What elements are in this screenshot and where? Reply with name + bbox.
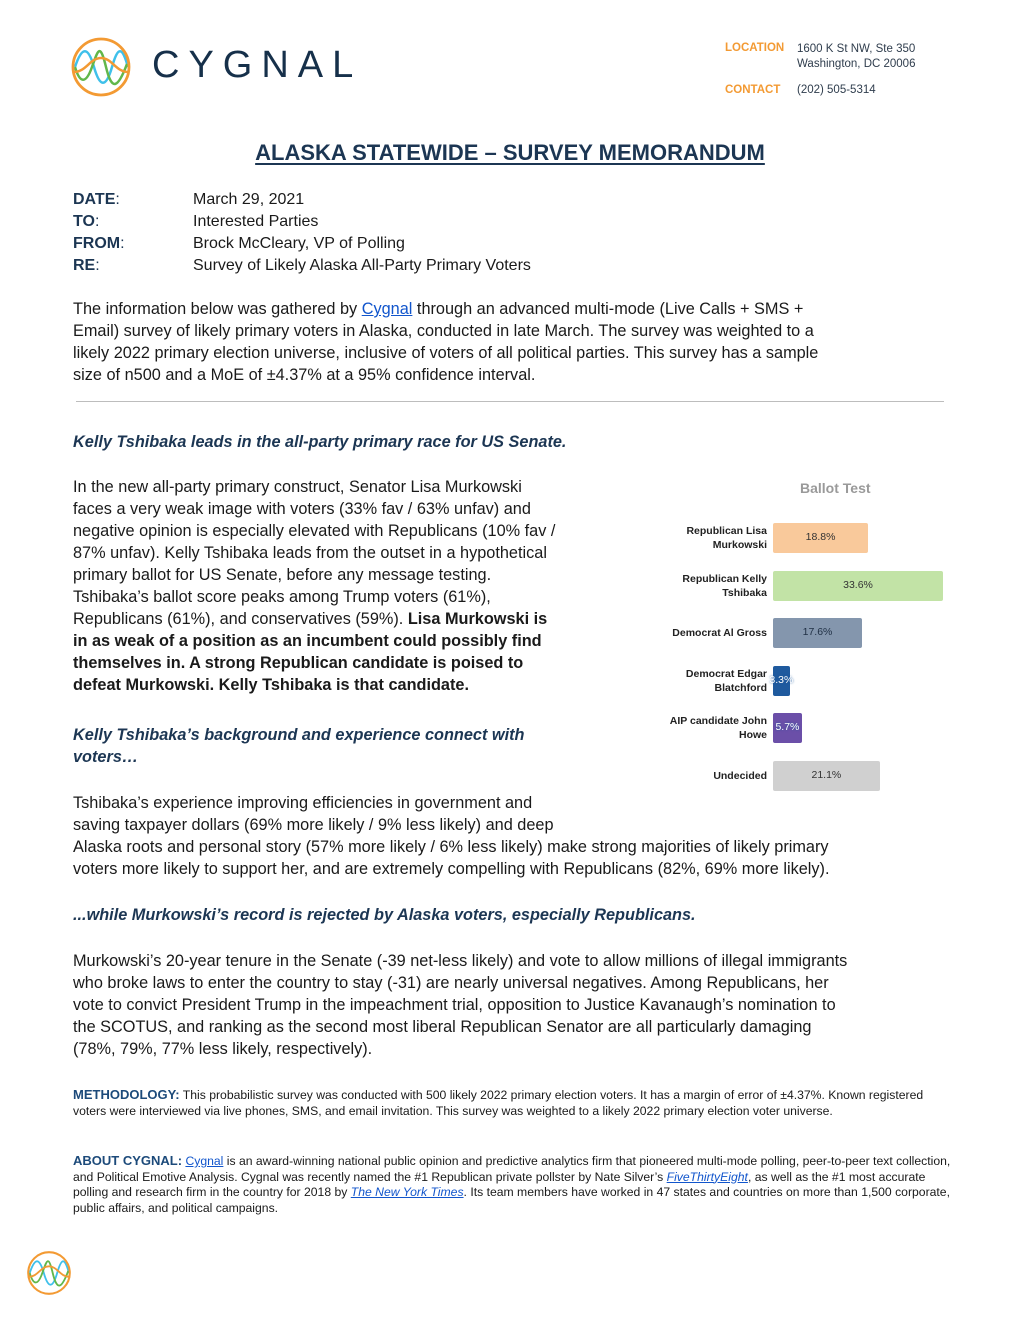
section-2-heading: Kelly Tshibaka’s background and experien… — [73, 724, 525, 768]
divider — [76, 401, 944, 402]
memo-label: DATE — [73, 191, 116, 208]
methodology-label: METHODOLOGY: — [73, 1087, 180, 1102]
heading-line: voters… — [73, 748, 139, 766]
cygnal-link[interactable]: Cygnal — [362, 300, 413, 318]
location-line-2: Washington, DC 20006 — [797, 58, 916, 70]
text-line: Republicans (61%), and conservatives (59… — [73, 610, 408, 628]
memo-value: Survey of Likely Alaska All-Party Primar… — [193, 257, 531, 274]
bar-category-label: AIP candidate John Howe — [669, 715, 767, 741]
intro-paragraph: The information below was gathered by Cy… — [73, 298, 953, 386]
section-3-heading: ...while Murkowski’s record is rejected … — [73, 906, 696, 924]
memo-label: RE — [73, 257, 96, 274]
memo-value: Brock McCleary, VP of Polling — [193, 235, 405, 252]
text-line: 87% unfav). Kelly Tshibaka leads from th… — [73, 544, 547, 562]
memo-value: March 29, 2021 — [193, 191, 305, 208]
bar-category-label: Republican Lisa Murkowski — [686, 525, 767, 551]
text-line: who broke laws to enter the country to s… — [73, 974, 829, 992]
brand-name: CYGNAL — [152, 44, 363, 86]
bold-text: themselves in. A strong Republican candi… — [73, 654, 524, 672]
cygnal-link[interactable]: Cygnal — [185, 1154, 223, 1168]
bar-value-label: 33.6% — [843, 578, 873, 591]
about-label: ABOUT CYGNAL: — [73, 1153, 183, 1168]
text-line: vote to convict President Trump in the i… — [73, 996, 836, 1014]
text-line: Murkowski’s 20-year tenure in the Senate… — [73, 952, 848, 970]
section-1-paragraph: In the new all-party primary construct, … — [73, 476, 633, 696]
memo-re-row: RE: Survey of Likely Alaska All-Party Pri… — [73, 257, 531, 274]
intro-line: Email) survey of likely primary voters i… — [73, 322, 814, 340]
bar-value-label: 17.6% — [802, 626, 833, 638]
section-2-paragraph: Tshibaka’s experience improving efficien… — [73, 792, 953, 880]
bold-text: defeat Murkowski. Kelly Tshibaka is that… — [73, 676, 469, 694]
nytimes-link[interactable]: The New York Times — [351, 1185, 464, 1199]
page-title: ALASKA STATEWIDE – SURVEY MEMORANDUM — [255, 140, 765, 165]
about-paragraph: ABOUT CYGNAL: Cygnal is an award-winning… — [73, 1153, 953, 1216]
bar-category-label: Democrat Al Gross — [672, 627, 767, 639]
memo-date-row: DATE: March 29, 2021 — [73, 191, 305, 208]
bar-value-label: 5.7% — [775, 721, 800, 733]
section-1-heading: Kelly Tshibaka leads in the all-party pr… — [73, 433, 567, 451]
text-line: faces a very weak image with voters (33%… — [73, 500, 531, 518]
ballot-test-chart: Ballot Test Republican Lisa Murkowski 18.8… — [640, 470, 960, 800]
memo-value: Interested Parties — [193, 213, 319, 230]
memo-to-row: TO: Interested Parties — [73, 213, 319, 230]
fivethirtyeight-link[interactable]: FiveThirtyEight — [667, 1170, 748, 1184]
bar-value-label: 21.1% — [811, 768, 842, 781]
methodology-text: This probabilistic survey was conducted … — [73, 1088, 924, 1118]
memo-from-row: FROM: Brock McCleary, VP of Polling — [73, 235, 405, 252]
bar-category-label: Undecided — [713, 769, 767, 782]
location-line-1: 1600 K St NW, Ste 350 — [797, 43, 916, 55]
text-line: the SCOTUS, and ranking as the second mo… — [73, 1018, 812, 1036]
memo-label: FROM — [73, 235, 121, 252]
text-line: negative opinion is especially elevated … — [73, 522, 556, 540]
bar-value-label: 3.3% — [769, 673, 794, 686]
text-line: Alaska roots and personal story (57% mor… — [73, 838, 829, 856]
text-line: Tshibaka’s ballot score peaks among Trum… — [73, 588, 491, 606]
text-line: primary ballot for US Senate, before any… — [73, 566, 492, 584]
heading-line: Kelly Tshibaka’s background and experien… — [73, 726, 525, 744]
intro-text: The information below was gathered by — [73, 300, 362, 318]
chart-title: Ballot Test — [800, 480, 871, 496]
bar-value-label: 18.8% — [805, 531, 836, 543]
methodology-paragraph: METHODOLOGY: This probabilistic survey w… — [73, 1087, 953, 1119]
bar-category-label: Democrat Edgar Blatchford — [685, 667, 767, 694]
text-line: voters more likely to support her, and a… — [73, 860, 830, 878]
section-3-paragraph: Murkowski’s 20-year tenure in the Senate… — [73, 950, 958, 1060]
memo-label: TO — [73, 213, 95, 230]
location-label: LOCATION — [725, 42, 785, 54]
contact-phone: (202) 505-5314 — [797, 84, 876, 96]
bar-category-label: Republican Kelly Tshibaka — [682, 572, 767, 599]
contact-label: CONTACT — [725, 84, 781, 96]
intro-line: likely 2022 primary election universe, i… — [73, 344, 819, 362]
intro-text: through an advanced multi-mode (Live Cal… — [412, 300, 804, 318]
intro-line: size of n500 and a MoE of ±4.37% at a 95… — [73, 366, 536, 384]
cygnal-footer-logo-icon — [27, 1251, 71, 1295]
bold-text: in as weak of a position as an incumbent… — [73, 632, 542, 650]
text-line: (78%, 79%, 77% less likely, respectively… — [73, 1040, 373, 1058]
text-line: In the new all-party primary construct, … — [73, 478, 522, 496]
text-line: saving taxpayer dollars (69% more likely… — [73, 816, 554, 834]
bold-text: Lisa Murkowski is — [407, 610, 548, 628]
cygnal-logo-icon — [71, 37, 131, 97]
